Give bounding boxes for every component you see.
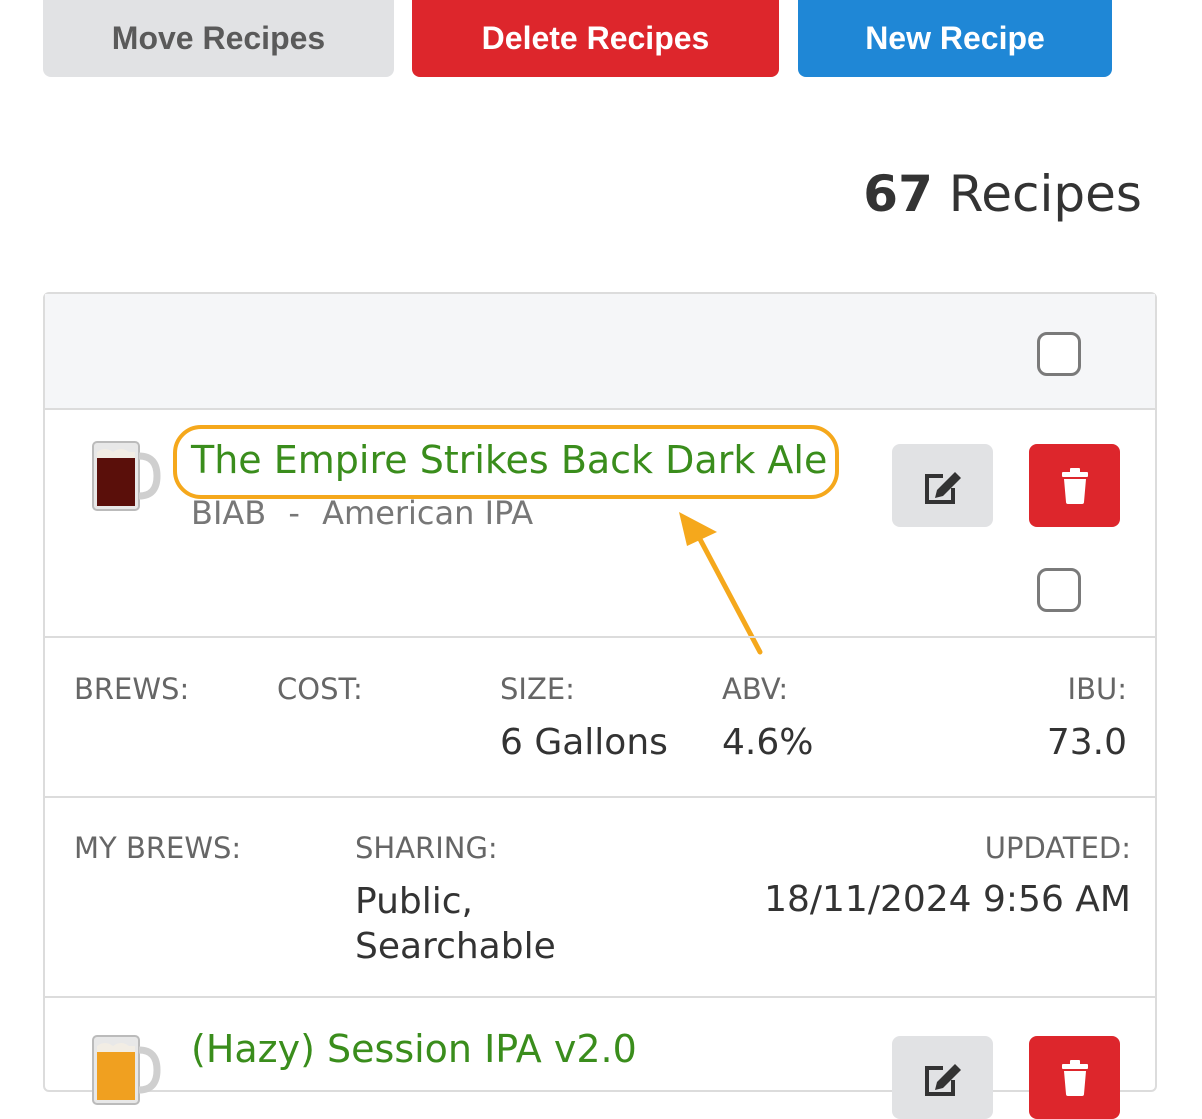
select-all-checkbox[interactable] — [1037, 332, 1081, 376]
trash-icon — [1061, 1059, 1088, 1096]
ibu-label: IBU: — [1067, 672, 1127, 706]
updated-label: UPDATED: — [984, 831, 1131, 865]
abv-label: ABV: — [722, 672, 789, 706]
row-divider — [45, 636, 1155, 638]
edit-recipe-button[interactable] — [892, 1036, 993, 1119]
beer-mug-icon — [92, 441, 161, 511]
recipe-style: American IPA — [322, 494, 534, 532]
sharing-label: SHARING: — [355, 831, 498, 865]
my-brews-label: MY BREWS: — [74, 831, 242, 865]
edit-recipe-button[interactable] — [892, 444, 993, 527]
abv-value: 4.6% — [722, 722, 814, 763]
row-divider — [45, 796, 1155, 798]
recipe-select-checkbox[interactable] — [1037, 568, 1081, 612]
trash-icon — [1061, 467, 1088, 504]
cost-label: COST: — [277, 672, 363, 706]
beer-mug-icon — [92, 1035, 161, 1105]
recipe-method: BIAB — [191, 494, 267, 532]
recipe-method-style: BIAB - American IPA — [191, 494, 533, 532]
sharing-value-line1: Public, — [355, 881, 473, 922]
size-label: SIZE: — [500, 672, 575, 706]
delete-recipe-button[interactable] — [1029, 444, 1120, 527]
size-value: 6 Gallons — [500, 722, 668, 763]
sharing-value-line2: Searchable — [355, 926, 556, 967]
delete-recipes-button[interactable]: Delete Recipes — [412, 0, 779, 77]
annotation-arrow — [679, 512, 763, 655]
move-recipes-button[interactable]: Move Recipes — [43, 0, 394, 77]
recipe-separator: - — [288, 494, 300, 532]
brews-label: BREWS: — [74, 672, 190, 706]
edit-icon — [924, 471, 961, 504]
recipe-count: 67 Recipes — [863, 165, 1142, 223]
updated-value: 18/11/2024 9:56 AM — [764, 879, 1131, 920]
delete-recipe-button[interactable] — [1029, 1036, 1120, 1119]
row-divider — [45, 996, 1155, 998]
recipe-list: The Empire Strikes Back Dark Ale BIAB - … — [43, 292, 1157, 1119]
new-recipe-button[interactable]: New Recipe — [798, 0, 1112, 77]
recipe-count-number: 67 — [863, 165, 933, 223]
recipe-list-header — [45, 294, 1155, 410]
recipe-name-link[interactable]: (Hazy) Session IPA v2.0 — [191, 1027, 637, 1071]
recipe-name-link[interactable]: The Empire Strikes Back Dark Ale — [191, 438, 827, 482]
ibu-value: 73.0 — [1046, 722, 1127, 763]
recipe-count-suffix: Recipes — [948, 165, 1142, 223]
